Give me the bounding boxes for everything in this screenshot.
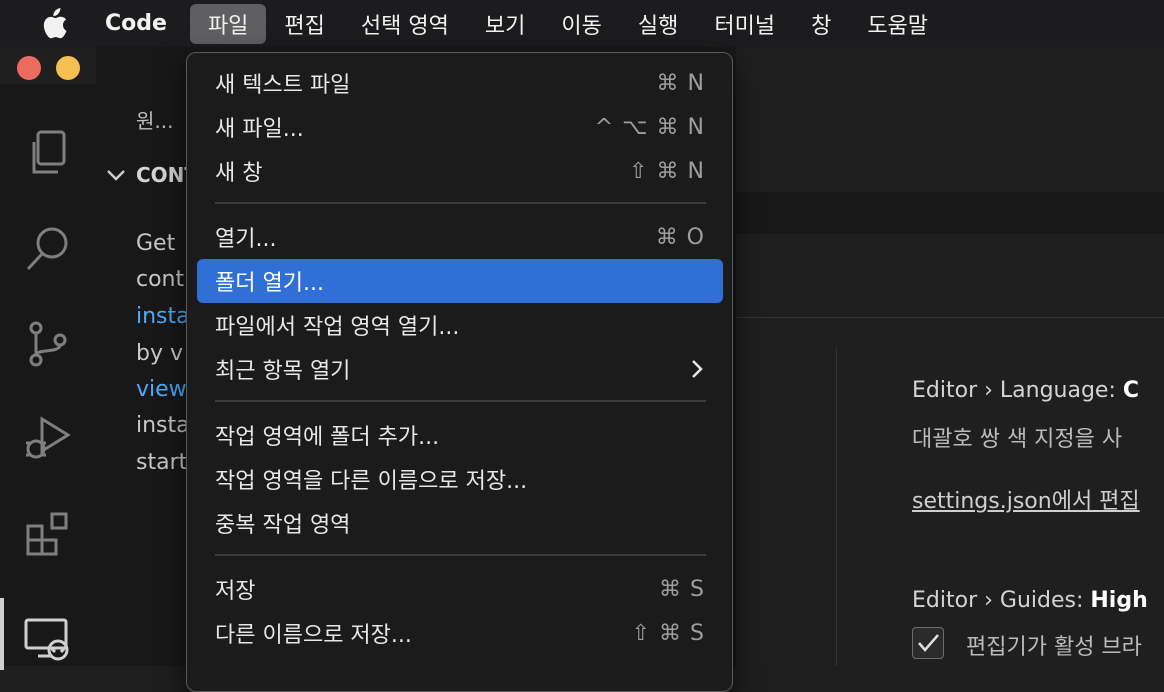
menu-item-save-workspace-as[interactable]: 작업 영역을 다른 이름으로 저장...	[197, 457, 723, 501]
tab-strip	[736, 192, 1164, 234]
apple-icon[interactable]	[38, 7, 96, 40]
menu-item-add-folder-to-workspace[interactable]: 작업 영역에 폴더 추가...	[197, 413, 723, 457]
remote-explorer-icon[interactable]	[20, 612, 76, 668]
window-minimize-button[interactable]	[56, 56, 80, 80]
menu-view[interactable]: 보기	[467, 4, 543, 44]
setting-title: Editor › Language: C	[912, 378, 1139, 403]
setting-title: Editor › Guides: High	[912, 588, 1148, 613]
file-menu-dropdown: 새 텍스트 파일 ⌘ N 새 파일... ^ ⌥ ⌘ N 새 창 ⇧ ⌘ N 열…	[186, 52, 733, 692]
sidebar-text: by v	[136, 341, 183, 366]
menu-item-label: 새 텍스트 파일	[215, 73, 351, 98]
sidebar-text: Get	[136, 231, 176, 256]
explorer-icon[interactable]	[20, 126, 76, 182]
menu-item-label: 작업 영역에 폴더 추가...	[215, 425, 440, 450]
menu-item-new-window[interactable]: 새 창 ⇧ ⌘ N	[197, 149, 723, 193]
menu-item-shortcut: ⌘ N	[656, 70, 705, 96]
menu-item-label: 최근 항목 열기	[215, 359, 351, 384]
extensions-icon[interactable]	[20, 506, 76, 562]
chevron-down-icon[interactable]	[104, 163, 128, 187]
menu-item-shortcut: ⌘ O	[655, 224, 705, 250]
menu-item-label: 중복 작업 영역	[215, 513, 351, 538]
setting-checkbox[interactable]	[912, 627, 944, 659]
search-icon[interactable]	[20, 221, 76, 277]
menu-item-open-workspace-from-file[interactable]: 파일에서 작업 영역 열기...	[197, 303, 723, 347]
menu-item-new-file[interactable]: 새 파일... ^ ⌥ ⌘ N	[197, 105, 723, 149]
source-control-icon[interactable]	[20, 316, 76, 372]
menu-item-open-folder[interactable]: 폴더 열기...	[197, 259, 723, 303]
menu-item-save-as[interactable]: 다른 이름으로 저장... ⇧ ⌘ S	[197, 611, 723, 655]
menu-item-label: 폴더 열기...	[215, 271, 324, 296]
menu-item-shortcut: ⇧ ⌘ N	[629, 158, 705, 184]
menu-item-duplicate-workspace[interactable]: 중복 작업 영역	[197, 501, 723, 545]
menu-item-new-text-file[interactable]: 새 텍스트 파일 ⌘ N	[197, 61, 723, 105]
menu-edit[interactable]: 편집	[266, 4, 342, 44]
sidebar-text: insta	[136, 413, 190, 438]
sidebar-link[interactable]: view	[136, 377, 187, 402]
edit-in-settings-json-link[interactable]: settings.json에서 편집	[912, 483, 1140, 515]
settings-editor: Editor › Language: C 대괄호 쌍 색 지정을 사 setti…	[736, 47, 1164, 666]
menu-separator	[215, 202, 706, 204]
menu-file[interactable]: 파일	[189, 3, 267, 44]
menu-terminal[interactable]: 터미널	[696, 4, 793, 44]
settings-toc-divider	[836, 347, 837, 666]
menu-item-label: 파일에서 작업 영역 열기...	[215, 315, 460, 340]
menu-bar: Code 파일 편집 선택 영역 보기 이동 실행 터미널 창 도움말	[0, 0, 1164, 47]
settings-header-divider	[736, 317, 1164, 318]
setting-description: 대괄호 쌍 색 지정을 사	[912, 427, 1123, 452]
menu-window[interactable]: 창	[793, 4, 849, 44]
menu-help[interactable]: 도움말	[849, 4, 946, 44]
menu-item-save[interactable]: 저장 ⌘ S	[197, 567, 723, 611]
sidebar-text: start	[136, 450, 188, 475]
active-view-indicator	[0, 598, 4, 670]
menu-run[interactable]: 실행	[620, 4, 696, 44]
menu-item-label: 열기...	[215, 227, 277, 252]
menu-item-open[interactable]: 열기... ⌘ O	[197, 215, 723, 259]
menu-separator	[215, 400, 706, 402]
setting-title-prefix: Editor › Language:	[912, 378, 1116, 403]
menu-item-shortcut: ⇧ ⌘ S	[631, 620, 705, 646]
sidebar-link[interactable]: insta	[136, 304, 190, 329]
menu-item-label: 새 창	[215, 161, 263, 186]
checkmark-icon	[918, 634, 939, 652]
menu-item-label: 새 파일...	[215, 117, 304, 142]
setting-title-name: C	[1122, 378, 1140, 403]
sidebar-text: cont	[136, 267, 185, 292]
app-name[interactable]: Code	[96, 11, 176, 36]
menu-go[interactable]: 이동	[543, 4, 619, 44]
menu-item-label: 작업 영역을 다른 이름으로 저장...	[215, 469, 528, 494]
menu-item-label: 저장	[215, 579, 256, 604]
window-close-button[interactable]	[17, 56, 41, 80]
menu-item-shortcut: ^ ⌥ ⌘ N	[594, 114, 705, 140]
chevron-right-icon	[689, 358, 705, 380]
menu-item-label: 다른 이름으로 저장...	[215, 623, 412, 648]
setting-title-prefix: Editor › Guides:	[912, 588, 1084, 613]
menu-item-open-recent[interactable]: 최근 항목 열기	[197, 347, 723, 391]
menu-item-shortcut: ⌘ S	[659, 576, 705, 602]
activity-bar	[0, 84, 97, 670]
sidebar-title: 원...	[136, 109, 174, 133]
menu-selection[interactable]: 선택 영역	[343, 4, 467, 44]
run-debug-icon[interactable]	[20, 411, 76, 467]
menu-separator	[215, 554, 706, 556]
setting-title-name: High	[1090, 588, 1148, 613]
setting-checkbox-label: 편집기가 활성 브라	[966, 635, 1142, 660]
